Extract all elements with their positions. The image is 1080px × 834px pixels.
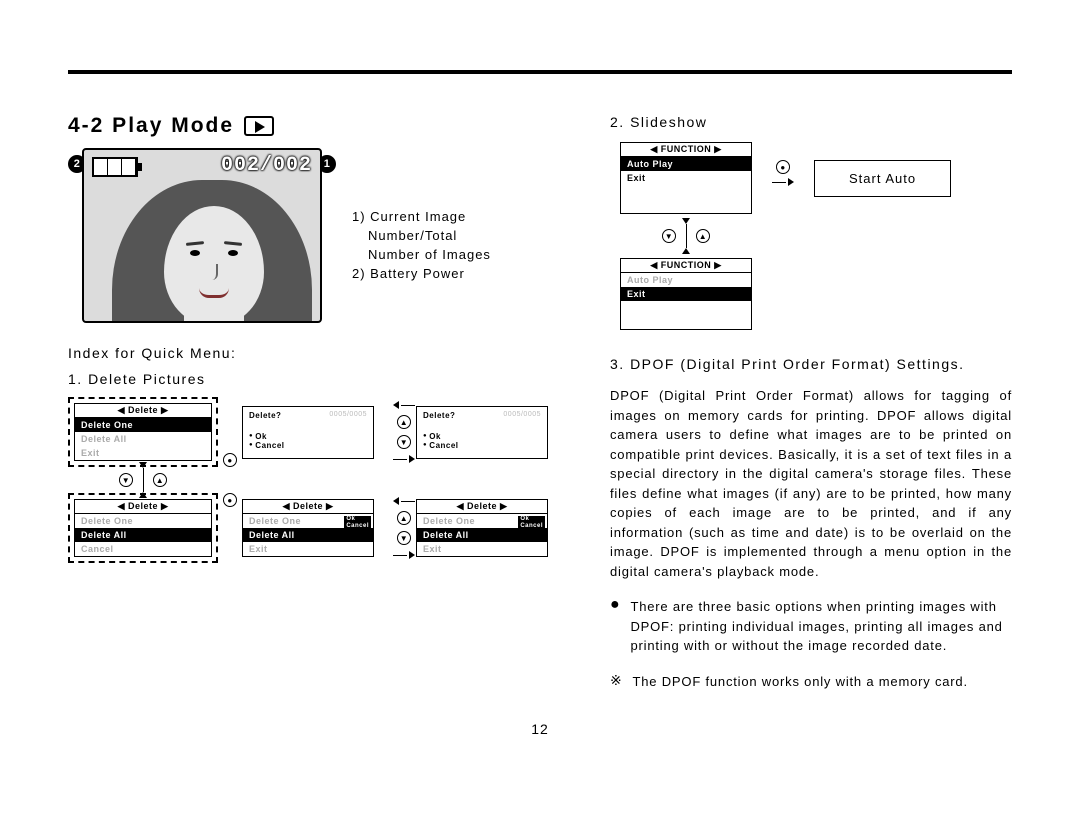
start-auto-box: Start Auto <box>814 160 951 197</box>
heading-text: 4-2 Play Mode <box>68 114 234 138</box>
menu-item: Exit <box>621 171 751 185</box>
menu-delete-all-confirm: ◀ Delete ▶ Delete One OkCancel Delete Al… <box>242 499 374 557</box>
menu-title: ◀ Delete ▶ <box>75 404 211 418</box>
confirm-q: Delete? <box>423 411 455 420</box>
slideshow-diagram: ◀ FUNCTION ▶ Auto Play Exit ▼ ▲ ◀ FUNCTI… <box>620 142 1012 330</box>
menu-title: ◀ FUNCTION ▶ <box>621 259 751 273</box>
section-1-title: 1. Delete Pictures <box>68 371 566 387</box>
bullet-text: There are three basic options when print… <box>630 597 1012 656</box>
up-button-icon: ▲ <box>397 415 411 429</box>
up-button-icon: ▲ <box>397 511 411 525</box>
confirm-delete-one-b: Delete? 0005/0005 Ok Cancel <box>416 406 548 459</box>
up-button-icon: ▲ <box>696 229 710 243</box>
confirm-count: 0005/0005 <box>329 411 367 420</box>
menu-item: Delete All <box>75 528 211 542</box>
quick-menu-label: Index for Quick Menu: <box>68 345 566 361</box>
ok-button-icon: ● <box>223 493 237 507</box>
down-button-icon: ▼ <box>397 435 411 449</box>
menu-delete-all-selected: ◀ Delete ▶ Delete One Delete All Cancel <box>68 493 218 563</box>
image-counter: 002/002 <box>221 154 312 177</box>
overlay-ok-cancel: OkCancel <box>518 516 545 530</box>
menu-item: Delete All <box>75 432 211 446</box>
menu-item: Exit <box>243 542 373 556</box>
confirm-ok: Ok <box>423 432 541 441</box>
slideshow-cards: ◀ FUNCTION ▶ Auto Play Exit ▼ ▲ ◀ FUNCTI… <box>620 142 752 330</box>
bullet-2: ※ The DPOF function works only with a me… <box>610 672 1012 692</box>
confirm-cancel: Cancel <box>423 441 541 450</box>
ok-button-icon: ● <box>776 160 790 174</box>
menu-title: ◀ Delete ▶ <box>417 500 547 514</box>
delete-diagram: ◀ Delete ▶ Delete One Delete All Exit ● … <box>68 397 566 563</box>
top-rule <box>68 70 1012 74</box>
manual-page: 4-2 Play Mode 2 1 002/002 <box>0 0 1080 767</box>
right-button-group: ● <box>218 493 242 507</box>
confirm-q: Delete? <box>249 411 281 420</box>
menu-title: ◀ FUNCTION ▶ <box>621 143 751 157</box>
legend-line: 2) Battery Power <box>352 265 491 284</box>
menu-item: Delete One <box>75 514 211 528</box>
legend-line: 1) Current Image <box>352 208 491 227</box>
down-button-icon: ▼ <box>662 229 676 243</box>
section-3-title: 3. DPOF (Digital Print Order Format) Set… <box>610 356 1012 372</box>
confirm-cancel: Cancel <box>249 441 367 450</box>
menu-title: ◀ Delete ▶ <box>243 500 373 514</box>
overlay-ok-cancel: OkCancel <box>344 516 371 530</box>
menu-item: Exit <box>75 446 211 460</box>
play-mode-icon <box>244 116 274 136</box>
right-column: 2. Slideshow ◀ FUNCTION ▶ Auto Play Exit… <box>610 114 1012 691</box>
bullet-1: ● There are three basic options when pri… <box>610 597 1012 656</box>
confirm-count: 0005/0005 <box>503 411 541 420</box>
menu-delete-all-confirm-b: ◀ Delete ▶ Delete One OkCancel Delete Al… <box>416 499 548 557</box>
menu-title: ◀ Delete ▶ <box>75 500 211 514</box>
lcd-legend: 1) Current Image Number/Total Number of … <box>352 148 491 283</box>
menu-item: Auto Play <box>621 273 751 287</box>
nav-buttons: ▲ ▼ <box>392 401 416 463</box>
note-mark-icon: ※ <box>610 672 623 692</box>
down-button-icon: ▼ <box>397 531 411 545</box>
ok-arrow: ● <box>772 160 794 186</box>
lcd-wrap: 2 1 002/002 <box>82 148 322 323</box>
menu-item: Exit <box>621 287 751 301</box>
confirm-ok: Ok <box>249 432 367 441</box>
right-button-group: ● <box>218 453 242 467</box>
ok-button-icon: ● <box>223 453 237 467</box>
bullet-dot-icon: ● <box>610 597 620 656</box>
legend-line: Number/Total <box>352 227 491 246</box>
legend-line: Number of Images <box>352 246 491 265</box>
lcd-screenshot: 002/002 <box>82 148 322 323</box>
confirm-delete-one: Delete? 0005/0005 Ok Cancel <box>242 406 374 459</box>
section-2-title: 2. Slideshow <box>610 114 1012 130</box>
section-heading: 4-2 Play Mode <box>68 114 566 138</box>
left-column: 4-2 Play Mode 2 1 002/002 <box>68 114 566 691</box>
menu-item: Delete One OkCancel <box>243 514 373 528</box>
menu-item: Auto Play <box>621 157 751 171</box>
menu-item: Exit <box>417 542 547 556</box>
lcd-and-legend: 2 1 002/002 1) Cur <box>68 148 566 323</box>
dpof-paragraph: DPOF (Digital Print Order Format) allows… <box>610 386 1012 581</box>
menu-item: Delete One OkCancel <box>417 514 547 528</box>
up-button-icon: ▲ <box>153 473 167 487</box>
menu-delete-one-selected: ◀ Delete ▶ Delete One Delete All Exit <box>68 397 218 467</box>
menu-item: Delete One <box>75 418 211 432</box>
bullet-text: The DPOF function works only with a memo… <box>633 672 968 692</box>
func-exit-selected: ◀ FUNCTION ▶ Auto Play Exit <box>620 258 752 330</box>
two-column-layout: 4-2 Play Mode 2 1 002/002 <box>68 114 1012 691</box>
page-number: 12 <box>68 721 1012 737</box>
battery-icon <box>92 157 138 177</box>
down-button-icon: ▼ <box>119 473 133 487</box>
nav-buttons: ▲ ▼ <box>392 497 416 559</box>
menu-item: Cancel <box>75 542 211 556</box>
func-autoplay-selected: ◀ FUNCTION ▶ Auto Play Exit <box>620 142 752 214</box>
